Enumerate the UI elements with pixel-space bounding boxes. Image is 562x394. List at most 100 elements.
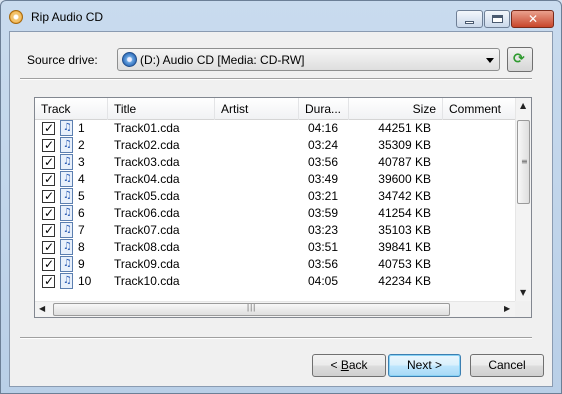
track-duration: 04:16 xyxy=(308,121,339,135)
track-size: 40753 KB xyxy=(378,257,431,271)
horizontal-scroll-thumb[interactable]: ||| xyxy=(53,303,450,316)
track-title: Track10.cda xyxy=(114,274,180,288)
track-number: 2 xyxy=(78,138,85,152)
track-row[interactable]: ✓ ♫ 4 Track04.cda 03:49 39600 KB xyxy=(35,171,517,188)
track-row[interactable]: ✓ ♫ 9 Track09.cda 03:56 40753 KB xyxy=(35,256,517,273)
horizontal-scrollbar[interactable]: ◀ ||| ▶ xyxy=(35,301,517,317)
track-row[interactable]: ✓ ♫ 10 Track10.cda 04:05 42234 KB xyxy=(35,273,517,290)
checkmark-icon: ✓ xyxy=(44,138,55,152)
audio-file-icon: ♫ xyxy=(60,256,73,272)
track-duration: 03:49 xyxy=(308,172,339,186)
track-row[interactable]: ✓ ♫ 8 Track08.cda 03:51 39841 KB xyxy=(35,239,517,256)
track-size: 40787 KB xyxy=(378,155,431,169)
track-number: 4 xyxy=(78,172,85,186)
track-size: 39841 KB xyxy=(378,240,431,254)
scroll-left-icon[interactable]: ◀ xyxy=(39,304,45,313)
scroll-down-icon[interactable]: ▼ xyxy=(520,288,526,297)
track-row[interactable]: ✓ ♫ 5 Track05.cda 03:21 34742 KB xyxy=(35,188,517,205)
back-button[interactable]: < Back xyxy=(312,354,386,377)
checkmark-icon: ✓ xyxy=(44,189,55,203)
track-title: Track05.cda xyxy=(114,189,180,203)
title-bar[interactable]: Rip Audio CD ✕ xyxy=(1,1,561,31)
audio-file-icon: ♫ xyxy=(60,120,73,136)
minimize-button[interactable] xyxy=(456,10,483,28)
checkmark-icon: ✓ xyxy=(44,172,55,186)
audio-file-icon: ♫ xyxy=(60,222,73,238)
track-checkbox[interactable]: ✓ xyxy=(42,121,55,135)
track-checkbox[interactable]: ✓ xyxy=(42,223,55,237)
track-title: Track02.cda xyxy=(114,138,180,152)
track-list-header: Track Title Artist Dura... Size Comment xyxy=(35,98,517,120)
track-title: Track06.cda xyxy=(114,206,180,220)
audio-file-icon: ♫ xyxy=(60,239,73,255)
checkmark-icon: ✓ xyxy=(44,257,55,271)
back-label-mnemonic: B xyxy=(340,358,349,372)
track-row[interactable]: ✓ ♫ 1 Track01.cda 04:16 44251 KB xyxy=(35,120,517,137)
track-checkbox[interactable]: ✓ xyxy=(42,138,55,152)
maximize-button[interactable] xyxy=(484,10,510,28)
track-list[interactable]: Track Title Artist Dura... Size Comment … xyxy=(34,97,532,318)
track-number: 1 xyxy=(78,121,85,135)
track-row[interactable]: ✓ ♫ 6 Track06.cda 03:59 41254 KB xyxy=(35,205,517,222)
audio-file-icon: ♫ xyxy=(60,137,73,153)
checkmark-icon: ✓ xyxy=(44,121,55,135)
track-number: 10 xyxy=(78,274,92,288)
scroll-up-icon[interactable]: ▲ xyxy=(520,101,526,110)
vertical-scrollbar[interactable]: ▲ ≡ ▼ xyxy=(515,98,531,302)
column-header-title[interactable]: Title xyxy=(108,98,215,120)
track-checkbox[interactable]: ✓ xyxy=(42,189,55,203)
track-number: 5 xyxy=(78,189,85,203)
track-checkbox[interactable]: ✓ xyxy=(42,172,55,186)
track-row[interactable]: ✓ ♫ 3 Track03.cda 03:56 40787 KB xyxy=(35,154,517,171)
next-button[interactable]: Next > xyxy=(388,354,461,377)
column-header-artist[interactable]: Artist xyxy=(215,98,299,120)
column-header-size[interactable]: Size xyxy=(349,98,443,120)
audio-file-icon: ♫ xyxy=(60,154,73,170)
track-number: 6 xyxy=(78,206,85,220)
track-title: Track04.cda xyxy=(114,172,180,186)
track-checkbox[interactable]: ✓ xyxy=(42,155,55,169)
minimize-icon xyxy=(465,21,474,24)
close-button[interactable]: ✕ xyxy=(511,10,554,28)
track-row[interactable]: ✓ ♫ 7 Track07.cda 03:23 35103 KB xyxy=(35,222,517,239)
track-size: 34742 KB xyxy=(378,189,431,203)
track-checkbox[interactable]: ✓ xyxy=(42,206,55,220)
scroll-right-icon[interactable]: ▶ xyxy=(504,304,510,313)
column-header-track[interactable]: Track xyxy=(35,98,108,120)
source-drive-select[interactable]: (D:) Audio CD [Media: CD-RW] xyxy=(117,48,500,71)
track-duration: 03:56 xyxy=(308,155,339,169)
track-checkbox[interactable]: ✓ xyxy=(42,274,55,288)
track-duration: 04:05 xyxy=(308,274,339,288)
refresh-button[interactable]: ⟳ xyxy=(507,47,533,72)
audio-file-icon: ♫ xyxy=(60,273,73,289)
track-checkbox[interactable]: ✓ xyxy=(42,257,55,271)
audio-file-icon: ♫ xyxy=(60,188,73,204)
cancel-button[interactable]: Cancel xyxy=(470,354,544,377)
track-duration: 03:59 xyxy=(308,206,339,220)
chevron-down-icon xyxy=(486,58,494,63)
track-duration: 03:56 xyxy=(308,257,339,271)
bottom-divider xyxy=(20,337,532,339)
cd-app-icon xyxy=(9,10,23,24)
track-size: 39600 KB xyxy=(378,172,431,186)
source-drive-value: (D:) Audio CD [Media: CD-RW] xyxy=(140,53,305,67)
audio-file-icon: ♫ xyxy=(60,205,73,221)
checkmark-icon: ✓ xyxy=(44,274,55,288)
top-divider xyxy=(20,78,532,80)
track-size: 41254 KB xyxy=(378,206,431,220)
track-size: 35309 KB xyxy=(378,138,431,152)
track-checkbox[interactable]: ✓ xyxy=(42,240,55,254)
vertical-scroll-thumb[interactable]: ≡ xyxy=(517,120,530,204)
window-title: Rip Audio CD xyxy=(31,10,104,24)
track-title: Track09.cda xyxy=(114,257,180,271)
cd-drive-icon xyxy=(122,52,137,67)
track-size: 42234 KB xyxy=(378,274,431,288)
track-row[interactable]: ✓ ♫ 2 Track02.cda 03:24 35309 KB xyxy=(35,137,517,154)
track-duration: 03:51 xyxy=(308,240,339,254)
track-title: Track03.cda xyxy=(114,155,180,169)
track-title: Track01.cda xyxy=(114,121,180,135)
column-header-duration[interactable]: Dura... xyxy=(299,98,349,120)
column-header-comment[interactable]: Comment xyxy=(443,98,517,120)
audio-file-icon: ♫ xyxy=(60,171,73,187)
track-title: Track07.cda xyxy=(114,223,180,237)
